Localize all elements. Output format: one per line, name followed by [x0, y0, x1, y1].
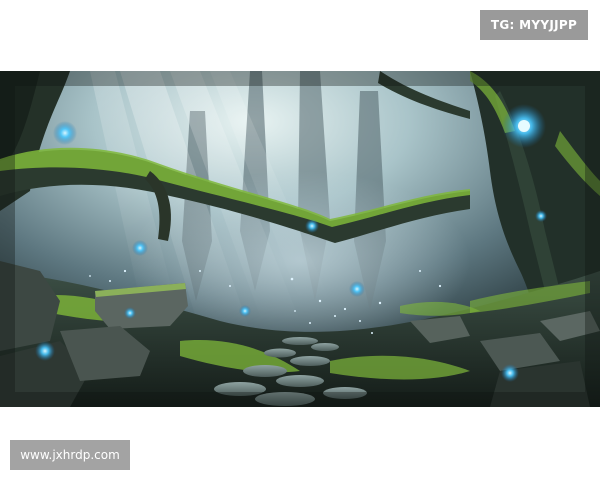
page: TG: MYYJJPP www.jxhrdp.com	[0, 0, 600, 480]
telegram-tag-badge: TG: MYYJJPP	[480, 10, 588, 40]
telegram-tag-label: TG: MYYJJPP	[490, 18, 578, 32]
forest-illustration	[0, 71, 600, 407]
website-url-badge: www.jxhrdp.com	[10, 440, 130, 470]
website-url-label: www.jxhrdp.com	[20, 448, 120, 462]
forest-scene-svg	[0, 71, 600, 407]
